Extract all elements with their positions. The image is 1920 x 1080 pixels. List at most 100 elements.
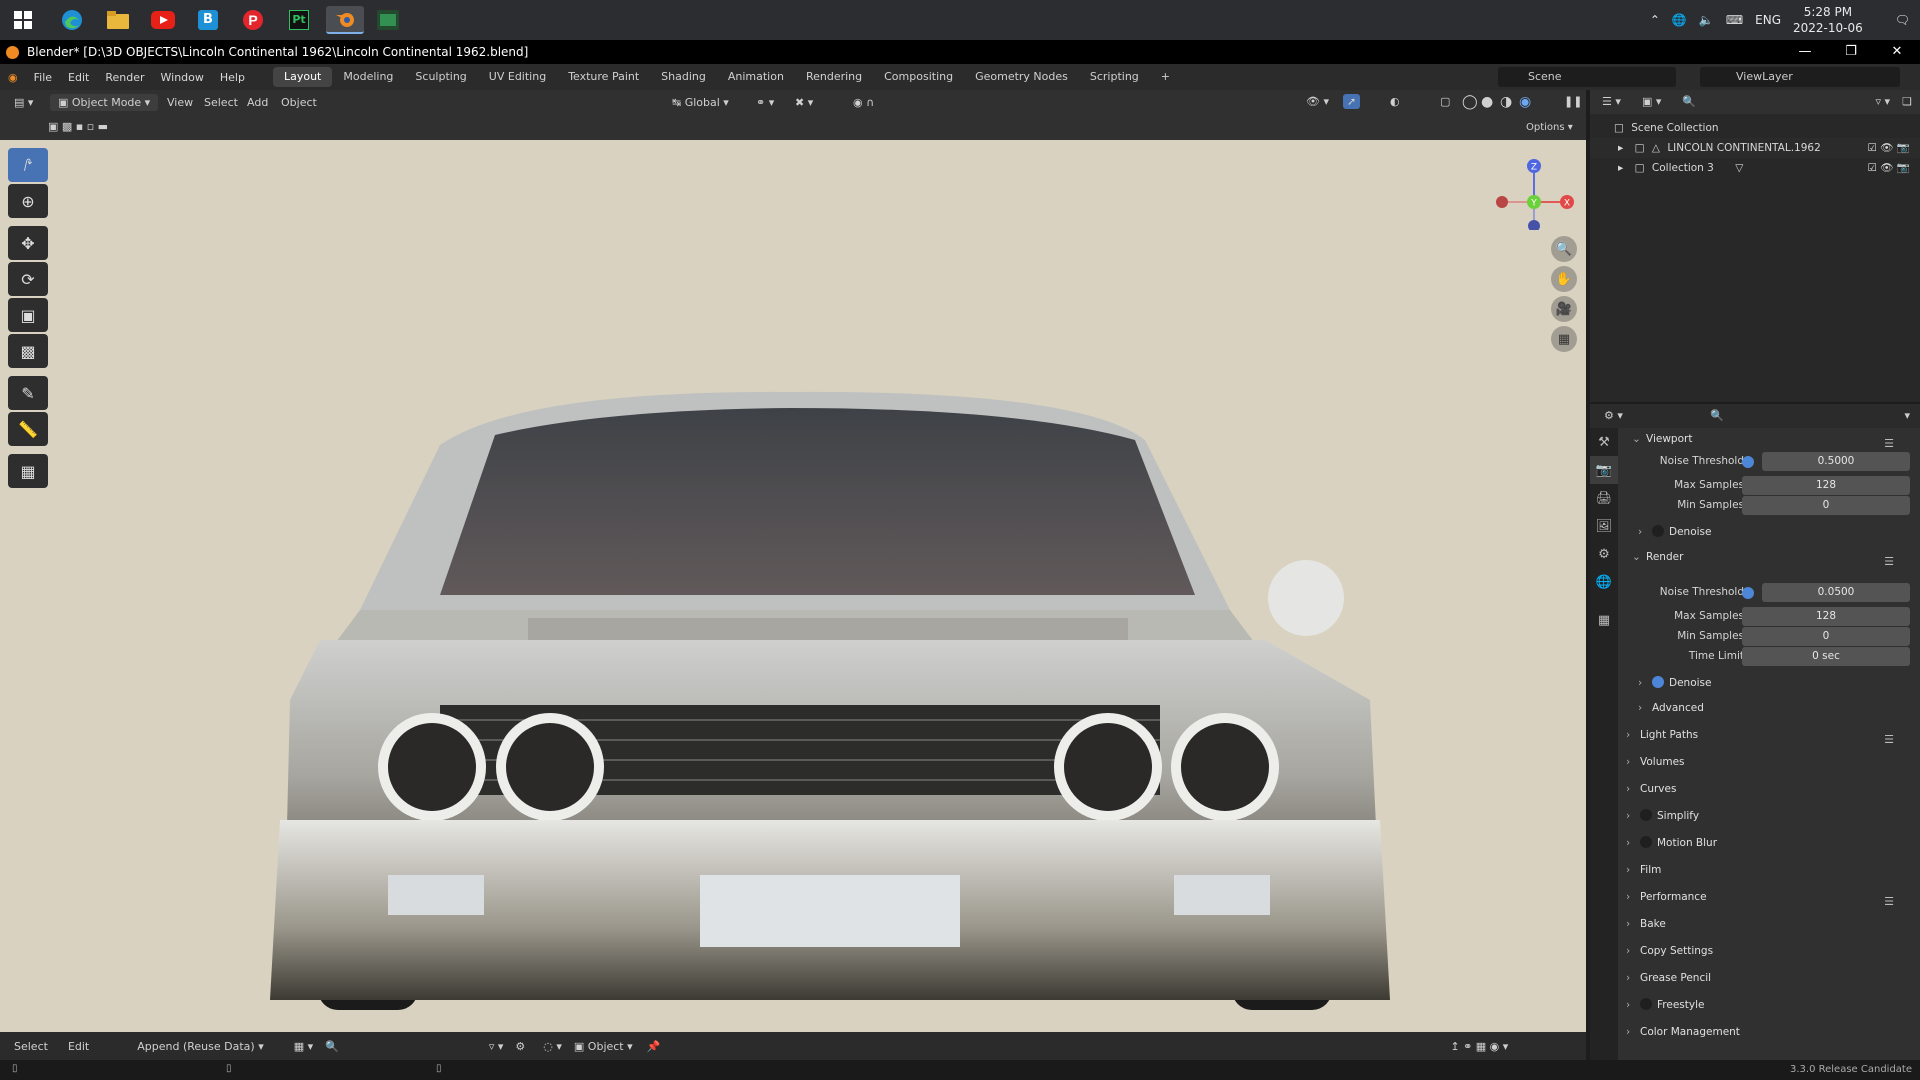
overlay-icon[interactable]: ◐ bbox=[1390, 95, 1400, 108]
menu-edit[interactable]: Edit bbox=[60, 71, 97, 84]
footer-select-menu[interactable]: Select bbox=[14, 1040, 48, 1053]
tab-scripting[interactable]: Scripting bbox=[1079, 67, 1150, 87]
chevron-up-icon[interactable]: ⌃ bbox=[1650, 13, 1660, 27]
visibility-icon[interactable]: 👁 ▾ bbox=[1306, 95, 1329, 108]
viewport-min-samples-field[interactable]: 0 bbox=[1742, 496, 1910, 515]
view-layer-selector[interactable]: ViewLayer bbox=[1700, 67, 1900, 87]
presets-list-icon[interactable]: ☰ bbox=[1884, 891, 1894, 913]
shading-rendered-icon[interactable]: ◉ bbox=[1519, 94, 1531, 110]
tab-animation[interactable]: Animation bbox=[717, 67, 795, 87]
file-explorer-icon[interactable] bbox=[103, 6, 133, 34]
tab-shading[interactable]: Shading bbox=[650, 67, 717, 87]
panel-copy-settings[interactable]: › Copy Settings bbox=[1622, 940, 1920, 962]
menu-add[interactable]: Add bbox=[247, 96, 268, 109]
shading-solid-icon[interactable]: ● bbox=[1481, 94, 1493, 110]
close-button[interactable]: ✕ bbox=[1874, 40, 1920, 64]
language-indicator[interactable]: ENG bbox=[1755, 13, 1781, 27]
footer-edit-menu[interactable]: Edit bbox=[68, 1040, 89, 1053]
notification-icon[interactable]: 🗨 bbox=[1895, 13, 1910, 27]
tab-texture-paint[interactable]: Texture Paint bbox=[557, 67, 650, 87]
menu-view[interactable]: View bbox=[167, 96, 193, 109]
output-tab-icon[interactable]: 🖨 bbox=[1590, 484, 1618, 512]
append-dropdown[interactable]: Append (Reuse Data) ▾ bbox=[137, 1040, 263, 1053]
footer-viewport-icons[interactable]: ↥ ⚭ ▦ ◉ ▾ bbox=[1450, 1040, 1508, 1053]
select-box-tool-icon[interactable]: ⭚ bbox=[8, 148, 48, 182]
scale-tool-icon[interactable]: ▣ bbox=[8, 298, 48, 332]
edge-browser-icon[interactable] bbox=[57, 6, 87, 34]
rotate-tool-icon[interactable]: ⟳ bbox=[8, 262, 48, 296]
tab-modeling[interactable]: Modeling bbox=[332, 67, 404, 87]
world-tab-icon[interactable]: 🌐 bbox=[1590, 568, 1618, 596]
outliner-row-collection-3[interactable]: ▸ □ Collection 3 ▽ ☑ 👁 📷 bbox=[1590, 158, 1920, 178]
gizmo-neg-x-icon[interactable] bbox=[1496, 196, 1508, 208]
navigation-gizmo[interactable]: Z X Y bbox=[1494, 150, 1574, 230]
ortho-grid-icon[interactable]: ▦ bbox=[1551, 326, 1577, 352]
clock[interactable]: 5:28 PM 2022-10-06 bbox=[1793, 4, 1863, 36]
pivot-icon[interactable]: ⚭ ▾ bbox=[756, 96, 774, 109]
camera-view-icon[interactable]: 🎥 bbox=[1551, 296, 1577, 322]
tool-tab-icon[interactable]: ⚒ bbox=[1590, 428, 1618, 456]
freestyle-checkbox[interactable] bbox=[1640, 998, 1652, 1010]
viewport-denoise-subpanel[interactable]: › Denoise bbox=[1622, 521, 1920, 543]
measure-tool-icon[interactable]: 📏 bbox=[8, 412, 48, 446]
visibility-toggles[interactable]: ☑ 👁 📷 bbox=[1868, 158, 1911, 178]
pycharm-icon[interactable]: Pt bbox=[284, 6, 314, 34]
shading-wireframe-icon[interactable]: ◯ bbox=[1462, 94, 1478, 110]
render-denoise-subpanel[interactable]: › Denoise bbox=[1622, 672, 1920, 694]
panel-color-management[interactable]: › Color Management bbox=[1622, 1021, 1920, 1043]
viewport-denoise-checkbox[interactable] bbox=[1652, 525, 1664, 537]
scene-tab-icon[interactable]: ⚙ bbox=[1590, 540, 1618, 568]
move-tool-icon[interactable]: ✥ bbox=[8, 226, 48, 260]
tab-rendering[interactable]: Rendering bbox=[795, 67, 873, 87]
menu-help[interactable]: Help bbox=[212, 71, 253, 84]
blender-taskbar-icon[interactable] bbox=[326, 6, 364, 34]
shading-material-icon[interactable]: ◑ bbox=[1500, 94, 1512, 110]
render-max-samples-field[interactable]: 128 bbox=[1742, 607, 1910, 626]
outliner-filter-icon[interactable]: ▿ ▾ bbox=[1875, 95, 1890, 108]
tab-geometry-nodes[interactable]: Geometry Nodes bbox=[964, 67, 1079, 87]
snap-icon[interactable]: ✖ ▾ bbox=[795, 96, 813, 109]
viewport-section-header[interactable]: ⌄ Viewport ☰ bbox=[1622, 428, 1920, 450]
panel-light-paths[interactable]: › Light Paths ☰ bbox=[1622, 724, 1920, 746]
footer-object-type-icon[interactable]: ◌ ▾ bbox=[543, 1040, 562, 1053]
youtube-icon[interactable] bbox=[148, 6, 178, 34]
tab-compositing[interactable]: Compositing bbox=[873, 67, 964, 87]
texture-tab-icon[interactable]: ▦ bbox=[1590, 606, 1618, 634]
gizmo-neg-z-icon[interactable] bbox=[1528, 220, 1540, 230]
display-mode-icon[interactable]: ▦ ▾ bbox=[294, 1040, 313, 1053]
cursor-tool-icon[interactable]: ⊕ bbox=[8, 184, 48, 218]
tab-uv-editing[interactable]: UV Editing bbox=[478, 67, 557, 87]
render-section-header[interactable]: ⌄ Render ☰ bbox=[1622, 546, 1920, 568]
render-tab-icon[interactable]: 📷 bbox=[1590, 456, 1618, 484]
transform-orientation-dropdown[interactable]: ↹ Global ▾ bbox=[672, 96, 729, 109]
panel-performance[interactable]: › Performance ☰ bbox=[1622, 886, 1920, 908]
view-layer-tab-icon[interactable]: 🖼 bbox=[1590, 512, 1618, 540]
menu-window[interactable]: Window bbox=[153, 71, 212, 84]
new-collection-icon[interactable]: ❏ bbox=[1902, 95, 1912, 108]
xray-icon[interactable]: ▢ bbox=[1440, 95, 1450, 108]
blender-menu-icon[interactable]: ◉ bbox=[0, 71, 26, 84]
panel-motion-blur[interactable]: › Motion Blur bbox=[1622, 832, 1920, 854]
pan-hand-icon[interactable]: ✋ bbox=[1551, 266, 1577, 292]
properties-editor-type-icon[interactable]: ⚙ ▾ bbox=[1604, 409, 1623, 422]
editor-type-icon[interactable]: ▤ ▾ bbox=[14, 96, 33, 109]
pinterest-icon[interactable]: P bbox=[238, 6, 268, 34]
speaker-icon[interactable]: 🔈 bbox=[1699, 13, 1714, 27]
filter-icon[interactable]: ▿ ▾ bbox=[489, 1040, 504, 1053]
render-adaptive-sampling-checkbox[interactable] bbox=[1742, 587, 1754, 599]
properties-collapse-icon[interactable]: ▾ bbox=[1904, 409, 1910, 422]
panel-curves[interactable]: › Curves bbox=[1622, 778, 1920, 800]
pin-icon[interactable]: 📌 bbox=[647, 1040, 661, 1053]
menu-select[interactable]: Select bbox=[204, 96, 238, 109]
expand-arrow-icon[interactable]: ▸ bbox=[1618, 142, 1623, 154]
footer-object-dropdown[interactable]: ▣ Object ▾ bbox=[574, 1040, 633, 1053]
menu-file[interactable]: File bbox=[26, 71, 60, 84]
minimize-button[interactable]: — bbox=[1782, 40, 1828, 64]
render-noise-threshold-field[interactable]: 0.0500 bbox=[1762, 583, 1910, 602]
menu-object[interactable]: Object bbox=[281, 96, 317, 109]
presets-list-icon[interactable]: ☰ bbox=[1884, 551, 1894, 573]
scene-selector[interactable]: Scene bbox=[1498, 67, 1676, 87]
panel-simplify[interactable]: › Simplify bbox=[1622, 805, 1920, 827]
network-globe-icon[interactable]: 🌐 bbox=[1672, 13, 1687, 27]
render-time-limit-field[interactable]: 0 sec bbox=[1742, 647, 1910, 666]
